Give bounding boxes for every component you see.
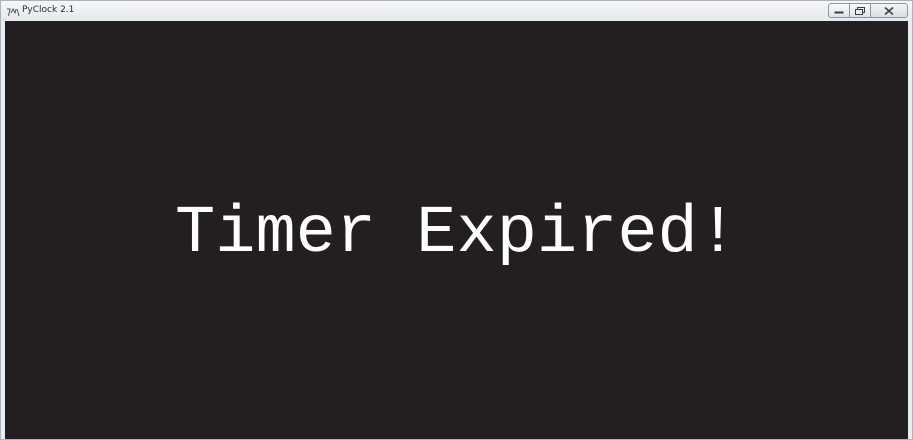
minimize-button[interactable] xyxy=(828,3,850,18)
maximize-icon xyxy=(855,6,865,15)
maximize-button[interactable] xyxy=(849,3,871,18)
minimize-icon xyxy=(834,11,844,13)
timer-expired-message: Timer Expired! xyxy=(175,196,738,272)
pyclock-app-icon[interactable] xyxy=(6,5,20,17)
window-title: PyClock 2.1 xyxy=(22,5,75,15)
window-controls xyxy=(828,3,908,18)
app-window: PyClock 2.1 Timer Expired! xyxy=(0,0,913,440)
clock-display: Timer Expired! xyxy=(5,21,908,439)
close-icon xyxy=(884,6,894,15)
title-bar[interactable]: PyClock 2.1 xyxy=(1,1,912,21)
close-button[interactable] xyxy=(870,3,908,18)
